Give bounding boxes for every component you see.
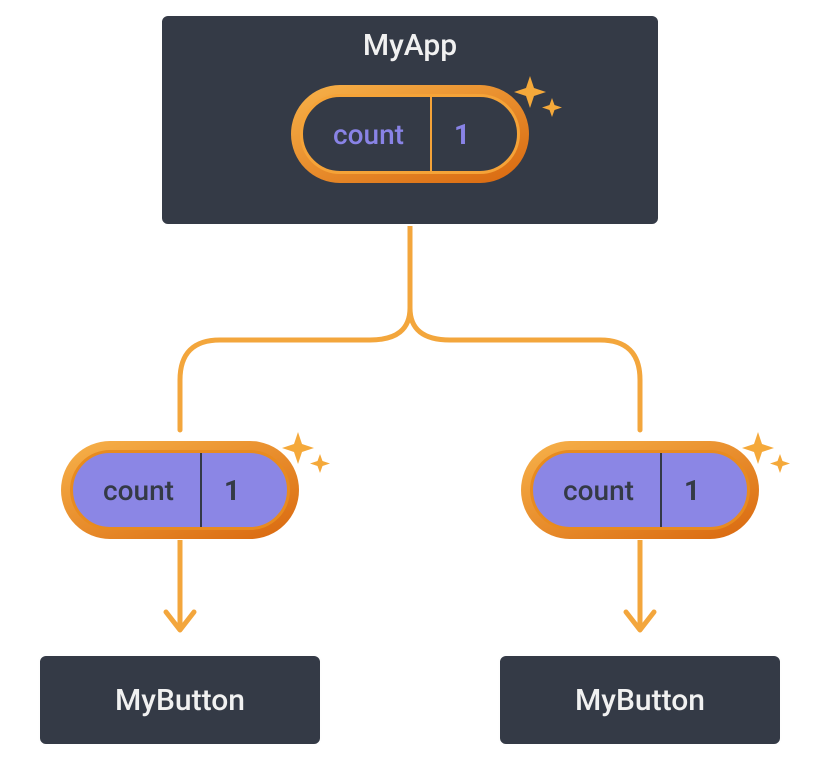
- arrow-left: [150, 540, 210, 650]
- arrow-right: [610, 540, 670, 650]
- state-pill-root: count 1: [300, 94, 520, 174]
- diagram-canvas: MyApp count 1 count 1 count 1: [0, 0, 820, 770]
- prop-value: 1: [660, 453, 726, 527]
- prop-label: count: [533, 453, 660, 527]
- prop-pill-left: count 1: [70, 450, 290, 530]
- state-value: 1: [430, 97, 496, 171]
- prop-label: count: [73, 453, 200, 527]
- component-box-mybutton-left: MyButton: [38, 654, 322, 746]
- sparkle-icon: [510, 72, 568, 130]
- sparkle-icon: [278, 428, 336, 486]
- prop-value: 1: [200, 453, 266, 527]
- sparkle-icon: [738, 428, 796, 486]
- component-title: MyButton: [115, 683, 245, 718]
- component-title: MyApp: [363, 28, 457, 63]
- state-label: count: [303, 97, 430, 171]
- component-title: MyButton: [575, 683, 705, 718]
- prop-pill-right: count 1: [530, 450, 750, 530]
- component-box-mybutton-right: MyButton: [498, 654, 782, 746]
